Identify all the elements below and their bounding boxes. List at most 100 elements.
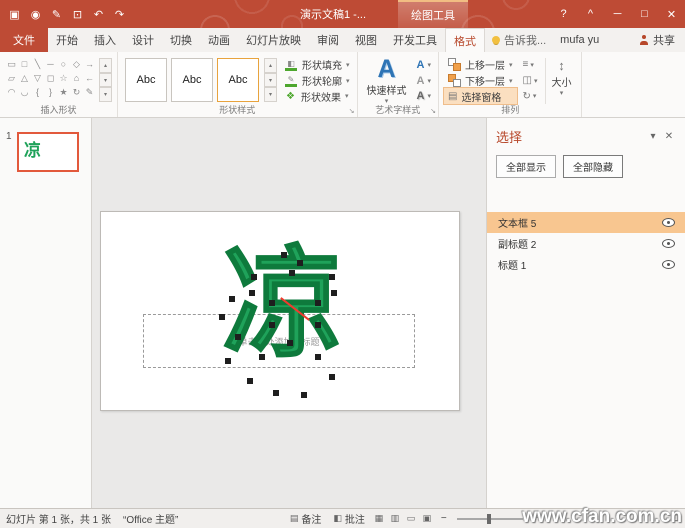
shape-arc-down-icon[interactable]: ◡ [18,85,31,99]
selection-handle[interactable] [315,322,321,328]
list-item-title-1[interactable]: 标题 1 [487,254,685,275]
selection-handle[interactable] [329,374,335,380]
shape-fill-button[interactable]: ◧ 形状填充 ▾ [282,57,352,73]
tab-home[interactable]: 开始 [48,28,86,52]
tab-developer[interactable]: 开发工具 [385,28,445,52]
selection-handle[interactable] [229,296,235,302]
tab-review[interactable]: 审阅 [309,28,347,52]
notes-button[interactable]: ▤ 备注 [284,511,328,526]
selection-handle[interactable] [289,270,295,276]
selection-handle[interactable] [269,322,275,328]
shape-star4-icon[interactable]: ★ [57,85,70,99]
undo-icon[interactable]: ↶ [88,8,109,21]
tab-view[interactable]: 视图 [347,28,385,52]
reading-view-icon[interactable]: ▭ [403,513,419,524]
touch-mode-icon[interactable]: ◉ [25,8,46,21]
group-objects-button[interactable]: ◫ ▾ [521,73,540,89]
hide-all-button[interactable]: 全部隐藏 [563,155,623,178]
slideshow-icon[interactable]: ⊡ [67,8,88,21]
tab-insert[interactable]: 插入 [86,28,124,52]
help-icon[interactable]: ? [550,0,577,28]
selection-handle[interactable] [287,340,293,346]
tab-design[interactable]: 设计 [124,28,162,52]
account-user[interactable]: mufa yu [553,28,606,52]
style-scroll-down-icon[interactable]: ▾ [264,72,277,88]
visibility-eye-icon[interactable] [662,218,675,227]
theme-name[interactable]: “Office 主题” [117,511,184,526]
share-button[interactable]: 共享 [629,28,685,52]
close-icon[interactable]: ✕ [658,0,685,28]
shape-triangle-down-icon[interactable]: ▽ [31,71,44,85]
shape-star-icon[interactable]: ☆ [57,71,70,85]
tab-slideshow[interactable]: 幻灯片放映 [238,28,309,52]
selection-handle[interactable] [247,378,253,384]
shape-brace-right-icon[interactable]: } [44,85,57,99]
selection-handle[interactable] [301,392,307,398]
save-icon[interactable]: ▣ [4,8,25,21]
tab-animations[interactable]: 动画 [200,28,238,52]
redo-icon[interactable]: ↷ [109,8,130,21]
slide-sorter-icon[interactable]: ▥ [387,513,403,524]
pen-icon[interactable]: ✎ [46,8,67,21]
selection-handle[interactable] [315,354,321,360]
text-effects-button[interactable]: A ▾ [415,88,433,104]
selection-handle[interactable] [331,290,337,296]
shape-square-icon[interactable]: □ [18,57,31,71]
show-all-button[interactable]: 全部显示 [496,155,556,178]
selection-handle[interactable] [219,314,225,320]
wordart-character[interactable]: 凉 [222,241,344,367]
selection-handle[interactable] [273,390,279,396]
size-group-button[interactable]: ↕ 大小 ▾ [545,58,576,104]
tab-format[interactable]: 格式 [445,28,485,52]
zoom-slider-thumb[interactable] [486,513,491,524]
list-item-subtitle-2[interactable]: 副标题 2 [487,233,685,254]
text-fill-button[interactable]: A ▾ [415,57,433,73]
tab-file[interactable]: 文件 [0,28,48,52]
quick-styles-button[interactable]: A 快速样式 ▾ [363,56,411,105]
ribbon-display-options-icon[interactable]: ^ [577,0,604,28]
slide-thumbnail[interactable]: 凉 [17,132,79,172]
edit-shape-icon[interactable]: ✎ [83,85,96,99]
shape-brace-left-icon[interactable]: { [31,85,44,99]
shape-rectangle-icon[interactable]: ▭ [5,57,18,71]
contextual-tab-drawing-tools[interactable]: 绘图工具 [398,0,468,28]
visibility-eye-icon[interactable] [662,260,675,269]
shape-diamond-icon[interactable]: ◇ [70,57,83,71]
selection-handle[interactable] [251,274,257,280]
style-scroll-up-icon[interactable]: ▴ [264,58,277,73]
selection-handle[interactable] [259,354,265,360]
minimize-icon[interactable]: ─ [604,0,631,28]
selection-handle[interactable] [269,300,275,306]
shape-style-preset-1[interactable]: Abc [125,58,167,102]
selection-handle[interactable] [225,358,231,364]
shape-arc-up-icon[interactable]: ◠ [5,85,18,99]
style-more-icon[interactable]: ▾ [264,87,277,103]
align-button[interactable]: ≡ ▾ [521,57,540,73]
shape-arrow-icon[interactable]: → [83,57,96,71]
slide-canvas[interactable]: 单击此处添加副标题 凉 [92,118,486,508]
visibility-eye-icon[interactable] [662,239,675,248]
selection-handle[interactable] [281,252,287,258]
selection-pane-button[interactable]: ▤ 选择窗格 [442,87,518,105]
bring-forward-button[interactable]: 上移一层 ▾ [444,57,517,73]
tell-me-box[interactable]: 告诉我... [485,28,553,52]
restore-icon[interactable]: □ [631,0,658,28]
slide[interactable]: 单击此处添加副标题 凉 [100,211,460,411]
send-backward-button[interactable]: 下移一层 ▾ [444,73,517,89]
list-item-textbox-5[interactable]: 文本框 5 [487,212,685,233]
pane-dropdown-icon[interactable]: ▾ [645,131,661,142]
selection-handle[interactable] [235,334,241,340]
comments-button[interactable]: ◧ 批注 [327,511,371,526]
shape-straight-line-icon[interactable]: ─ [44,57,57,71]
shape-rotate-icon[interactable]: ↻ [70,85,83,99]
selection-handle[interactable] [297,260,303,266]
shape-effects-button[interactable]: ❖ 形状效果 ▾ [282,88,352,104]
selection-handle[interactable] [315,300,321,306]
slideshow-view-icon[interactable]: ▣ [419,513,435,524]
selection-handle[interactable] [329,274,335,280]
shape-style-preset-3[interactable]: Abc [217,58,259,102]
gallery-scroll-up-icon[interactable]: ▴ [99,58,112,73]
shape-line-icon[interactable]: ╲ [31,57,44,71]
text-outline-button[interactable]: A ▾ [415,73,433,89]
tab-transitions[interactable]: 切换 [162,28,200,52]
